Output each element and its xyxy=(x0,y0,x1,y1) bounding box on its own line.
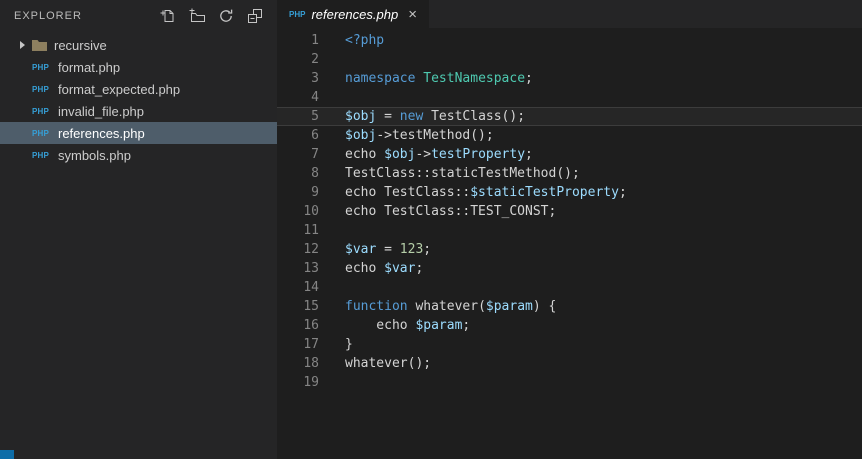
code-line-3[interactable]: 3 namespace TestNamespace; xyxy=(277,69,862,88)
explorer-sidebar: EXPLORER recursive PHP format.php PHP fo… xyxy=(0,0,277,459)
php-file-icon: PHP xyxy=(32,62,50,72)
line-number: 5 xyxy=(311,109,319,124)
line-number: 12 xyxy=(303,242,319,257)
code-text: $obj = new TestClass(); xyxy=(345,109,526,124)
file-row-format-expected-php[interactable]: PHP format_expected.php xyxy=(0,78,277,100)
tab-references-php[interactable]: PHP references.php × xyxy=(277,0,429,28)
php-file-icon: PHP xyxy=(32,150,50,160)
code-text: whatever(); xyxy=(345,356,432,371)
code-text: $obj->testMethod(); xyxy=(345,128,494,143)
code-text: $var = 123; xyxy=(345,242,432,257)
code-line-14[interactable]: 14 xyxy=(277,278,862,297)
php-file-icon: PHP xyxy=(32,106,50,116)
line-number: 9 xyxy=(311,185,319,200)
code-text: function whatever($param) { xyxy=(345,299,557,314)
file-label: recursive xyxy=(54,37,107,53)
code-line-10[interactable]: 10 echo TestClass::TEST_CONST; xyxy=(277,202,862,221)
file-row-recursive[interactable]: recursive xyxy=(0,34,277,56)
code-text: <?php xyxy=(345,33,385,48)
file-row-format-php[interactable]: PHP format.php xyxy=(0,56,277,78)
new-folder-icon[interactable] xyxy=(189,8,205,24)
code-line-18[interactable]: 18 whatever(); xyxy=(277,354,862,373)
file-list: recursive PHP format.php PHP format_expected… xyxy=(0,34,277,166)
code-line-19[interactable]: 19 xyxy=(277,373,862,392)
file-row-symbols-php[interactable]: PHP symbols.php xyxy=(0,144,277,166)
code-line-17[interactable]: 17} xyxy=(277,335,862,354)
php-file-icon: PHP xyxy=(289,9,306,19)
tab-title: references.php xyxy=(311,6,399,22)
line-number: 14 xyxy=(303,280,319,295)
code-text: echo $var; xyxy=(345,261,424,276)
file-label: references.php xyxy=(58,125,145,141)
line-number: 1 xyxy=(311,33,319,48)
line-number: 6 xyxy=(311,128,319,143)
vscode-window: { "colors": { "editor_bg": "#1e1e1e", "s… xyxy=(0,0,862,459)
editor-group: PHP references.php × 1 <?php 2 3 namespace T… xyxy=(277,0,862,459)
line-number: 4 xyxy=(311,90,319,105)
code-line-12[interactable]: 12 $var = 123; xyxy=(277,240,862,259)
line-number: 8 xyxy=(311,166,319,181)
code-line-15[interactable]: 15 function whatever($param) { xyxy=(277,297,862,316)
code-text: echo $obj->testProperty; xyxy=(345,147,533,162)
new-file-icon[interactable] xyxy=(160,8,176,24)
code-line-2[interactable]: 2 xyxy=(277,50,862,69)
code-line-4[interactable]: 4 xyxy=(277,88,862,107)
code-text: } xyxy=(345,337,353,352)
file-label: symbols.php xyxy=(58,147,131,163)
php-file-icon: PHP xyxy=(32,128,50,138)
code-text: TestClass::staticTestMethod(); xyxy=(345,166,580,181)
line-number: 19 xyxy=(303,375,319,390)
file-label: format_expected.php xyxy=(58,81,181,97)
tab-bar: PHP references.php × xyxy=(277,0,862,28)
explorer-header: EXPLORER xyxy=(0,0,277,32)
file-label: format.php xyxy=(58,59,121,75)
line-number: 18 xyxy=(303,356,319,371)
folder-icon xyxy=(32,39,47,51)
line-number: 16 xyxy=(303,318,319,333)
code-line-9[interactable]: 9 echo TestClass::$staticTestProperty; xyxy=(277,183,862,202)
code-line-5[interactable]: 5 $obj = new TestClass(); xyxy=(277,107,862,126)
code-text: echo $param; xyxy=(345,318,471,333)
explorer-title: EXPLORER xyxy=(14,10,82,22)
code-line-13[interactable]: 13 echo $var; xyxy=(277,259,862,278)
code-line-6[interactable]: 6 $obj->testMethod(); xyxy=(277,126,862,145)
close-tab-icon[interactable]: × xyxy=(408,7,417,22)
line-number: 3 xyxy=(311,71,319,86)
line-number: 10 xyxy=(303,204,319,219)
line-number: 11 xyxy=(303,223,319,238)
code-area[interactable]: 1 <?php 2 3 namespace TestNamespace; 4 5 $obj =… xyxy=(277,28,862,392)
code-text: namespace TestNamespace; xyxy=(345,71,533,86)
line-number: 15 xyxy=(303,299,319,314)
line-number: 17 xyxy=(303,337,319,352)
file-row-invalid-file-php[interactable]: PHP invalid_file.php xyxy=(0,100,277,122)
line-number: 2 xyxy=(311,52,319,67)
code-line-7[interactable]: 7 echo $obj->testProperty; xyxy=(277,145,862,164)
file-row-references-php[interactable]: PHP references.php xyxy=(0,122,277,144)
status-bar-fragment xyxy=(0,450,14,459)
php-file-icon: PHP xyxy=(32,84,50,94)
chevron-right-icon xyxy=(20,41,25,49)
line-number: 7 xyxy=(311,147,319,162)
code-line-8[interactable]: 8 TestClass::staticTestMethod(); xyxy=(277,164,862,183)
code-line-16[interactable]: 16 echo $param; xyxy=(277,316,862,335)
code-text: echo TestClass::TEST_CONST; xyxy=(345,204,557,219)
explorer-actions xyxy=(160,8,263,24)
line-number: 13 xyxy=(303,261,319,276)
refresh-icon[interactable] xyxy=(218,8,234,24)
code-text: echo TestClass::$staticTestProperty; xyxy=(345,185,627,200)
code-line-11[interactable]: 11 xyxy=(277,221,862,240)
file-label: invalid_file.php xyxy=(58,103,145,119)
code-line-1[interactable]: 1 <?php xyxy=(277,31,862,50)
collapse-all-icon[interactable] xyxy=(247,8,263,24)
